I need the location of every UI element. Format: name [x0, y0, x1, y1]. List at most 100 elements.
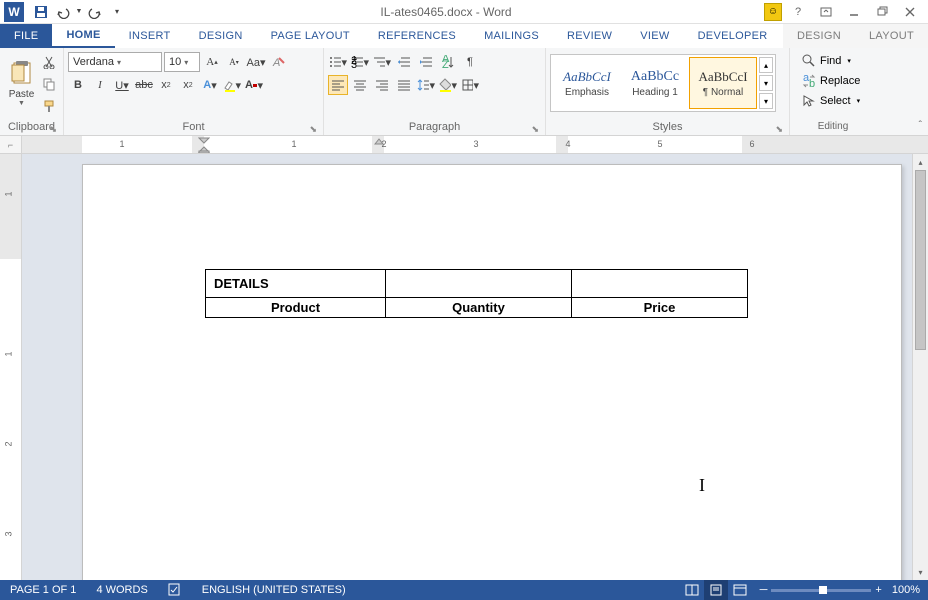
style-scroll-down-icon[interactable]: ▾ — [759, 75, 773, 91]
format-painter-icon[interactable] — [39, 96, 59, 116]
minimize-icon[interactable] — [842, 2, 866, 22]
select-button[interactable]: Select▾ — [798, 92, 864, 110]
tab-file[interactable]: FILE — [0, 24, 52, 48]
find-button[interactable]: Find▾ — [798, 52, 864, 70]
multilevel-list-icon[interactable]: ▾ — [372, 52, 392, 72]
status-page[interactable]: PAGE 1 OF 1 — [0, 584, 86, 596]
align-right-icon[interactable] — [372, 75, 392, 95]
read-mode-icon[interactable] — [680, 580, 704, 600]
justify-icon[interactable] — [394, 75, 414, 95]
ruler-horizontal[interactable]: ⌐ 1 1 2 3 4 5 6 — [0, 136, 928, 154]
paragraph-launcher-icon[interactable]: ⬊ — [531, 124, 539, 135]
style-heading1[interactable]: AaBbCc Heading 1 — [621, 57, 689, 109]
font-color-icon[interactable]: A▾ — [244, 75, 264, 95]
tab-mailings[interactable]: MAILINGS — [470, 24, 553, 48]
tab-table-design[interactable]: DESIGN — [783, 24, 855, 48]
sort-icon[interactable]: AZ — [438, 52, 458, 72]
strikethrough-button[interactable]: abc — [134, 75, 154, 95]
paste-button[interactable]: Paste ▼ — [4, 50, 39, 116]
underline-button[interactable]: U▾ — [112, 75, 132, 95]
decrease-indent-icon[interactable] — [394, 52, 414, 72]
tab-view[interactable]: VIEW — [626, 24, 683, 48]
align-left-icon[interactable] — [328, 75, 348, 95]
font-name-combo[interactable]: Verdana▾ — [68, 52, 162, 72]
table-cell[interactable] — [572, 270, 748, 298]
subscript-button[interactable]: x2 — [156, 75, 176, 95]
align-center-icon[interactable] — [350, 75, 370, 95]
tab-developer[interactable]: DEVELOPER — [684, 24, 782, 48]
shrink-font-icon[interactable]: A▾ — [224, 52, 244, 72]
right-indent-marker-icon[interactable] — [374, 137, 384, 145]
bold-button[interactable]: B — [68, 75, 88, 95]
borders-icon[interactable]: ▾ — [460, 75, 480, 95]
scroll-up-icon[interactable]: ▴ — [913, 154, 928, 170]
shading-icon[interactable]: ▾ — [438, 75, 458, 95]
table-header-cell[interactable]: Product — [206, 298, 386, 318]
grow-font-icon[interactable]: A▴ — [202, 52, 222, 72]
save-icon[interactable] — [30, 1, 52, 23]
indent-marker-icon[interactable] — [198, 137, 210, 153]
table-header-cell[interactable]: Quantity — [386, 298, 572, 318]
scrollbar-vertical[interactable]: ▴ ▾ — [912, 154, 928, 580]
replace-button[interactable]: ab Replace — [798, 72, 864, 90]
status-proofing-icon[interactable] — [158, 582, 192, 599]
close-icon[interactable] — [898, 2, 922, 22]
status-language[interactable]: ENGLISH (UNITED STATES) — [192, 584, 356, 596]
tab-review[interactable]: REVIEW — [553, 24, 626, 48]
zoom-out-icon[interactable]: ─ — [760, 584, 768, 596]
style-emphasis[interactable]: AaBbCcI Emphasis — [553, 57, 621, 109]
style-more-icon[interactable]: ▾ — [759, 93, 773, 109]
zoom-slider[interactable] — [771, 589, 871, 592]
zoom-in-icon[interactable]: + — [875, 584, 881, 596]
font-size-combo[interactable]: 10▾ — [164, 52, 200, 72]
document-table[interactable]: DETAILS Product Quantity Price — [205, 269, 748, 318]
redo-icon[interactable] — [84, 1, 106, 23]
print-layout-icon[interactable] — [704, 580, 728, 600]
status-words[interactable]: 4 WORDS — [86, 584, 157, 596]
page[interactable]: DETAILS Product Quantity Price I — [82, 164, 902, 580]
word-app-icon[interactable]: W — [4, 2, 24, 22]
ribbon-display-icon[interactable] — [814, 2, 838, 22]
text-effects-icon[interactable]: A▾ — [200, 75, 220, 95]
tab-references[interactable]: REFERENCES — [364, 24, 470, 48]
line-spacing-icon[interactable]: ▾ — [416, 75, 436, 95]
copy-icon[interactable] — [39, 74, 59, 94]
collapse-ribbon-icon[interactable]: ˆ — [919, 120, 922, 131]
scroll-down-icon[interactable]: ▾ — [913, 564, 928, 580]
style-scroll-up-icon[interactable]: ▴ — [759, 57, 773, 73]
table-cell[interactable] — [386, 270, 572, 298]
undo-dropdown-icon[interactable]: ▼ — [74, 1, 84, 23]
table-cell[interactable]: DETAILS — [206, 270, 386, 298]
cut-icon[interactable] — [39, 52, 59, 72]
qat-customize-icon[interactable]: ▾ — [106, 1, 128, 23]
help-icon[interactable]: ? — [786, 2, 810, 22]
restore-icon[interactable] — [870, 2, 894, 22]
styles-launcher-icon[interactable]: ⬊ — [775, 124, 783, 135]
style-gallery-scroll: ▴ ▾ ▾ — [759, 57, 773, 109]
zoom-level[interactable]: 100% — [892, 584, 920, 596]
bullets-icon[interactable]: ▾ — [328, 52, 348, 72]
numbering-icon[interactable]: 123▾ — [350, 52, 370, 72]
ruler-vertical[interactable]: 1 1 2 3 — [0, 154, 22, 580]
clear-formatting-icon[interactable]: A — [268, 52, 288, 72]
feedback-icon[interactable]: ☺ — [764, 3, 782, 21]
tab-table-layout[interactable]: LAYOUT — [855, 24, 928, 48]
undo-icon[interactable] — [52, 1, 74, 23]
tab-design[interactable]: DESIGN — [185, 24, 257, 48]
table-header-cell[interactable]: Price — [572, 298, 748, 318]
tab-insert[interactable]: INSERT — [115, 24, 185, 48]
font-launcher-icon[interactable]: ⬊ — [309, 124, 317, 135]
show-marks-icon[interactable]: ¶ — [460, 52, 480, 72]
document-canvas[interactable]: DETAILS Product Quantity Price I — [22, 154, 912, 580]
web-layout-icon[interactable] — [728, 580, 752, 600]
style-normal[interactable]: AaBbCcI ¶ Normal — [689, 57, 757, 109]
clipboard-launcher-icon[interactable]: ⬊ — [49, 124, 57, 135]
italic-button[interactable]: I — [90, 75, 110, 95]
highlight-icon[interactable]: ▾ — [222, 75, 242, 95]
scroll-thumb[interactable] — [915, 170, 926, 350]
change-case-icon[interactable]: Aa▾ — [246, 52, 266, 72]
tab-page-layout[interactable]: PAGE LAYOUT — [257, 24, 364, 48]
tab-home[interactable]: HOME — [52, 24, 114, 48]
increase-indent-icon[interactable] — [416, 52, 436, 72]
superscript-button[interactable]: x2 — [178, 75, 198, 95]
